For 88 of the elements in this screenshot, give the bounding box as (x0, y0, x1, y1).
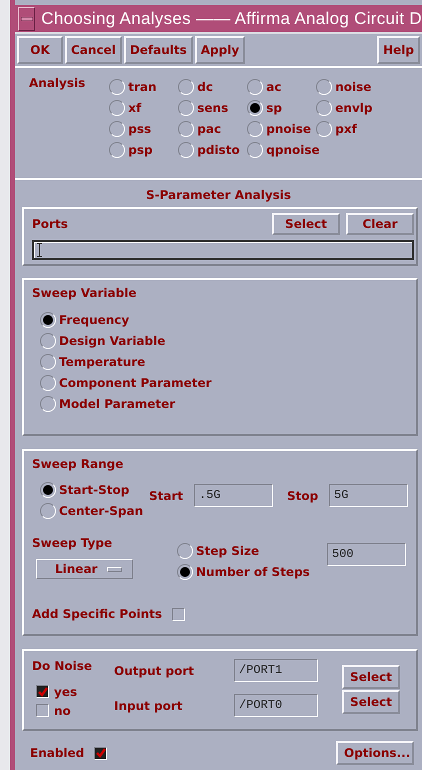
ports-label: Ports (32, 217, 69, 231)
add-specific-points-label: Add Specific Points (32, 607, 162, 621)
analysis-label: Analysis (29, 76, 86, 92)
radio-option[interactable]: Design Variable (40, 330, 408, 351)
radio-icon[interactable] (109, 100, 126, 116)
radio-icon[interactable] (40, 374, 56, 390)
enabled-label: Enabled (30, 746, 84, 760)
start-label: Start (149, 488, 184, 502)
checkbox[interactable] (172, 608, 186, 620)
start-field[interactable]: .5G (194, 484, 273, 507)
port-field[interactable]: /PORT0 (234, 694, 318, 717)
radio-option[interactable]: ac (247, 76, 316, 97)
radio-icon[interactable] (40, 332, 56, 348)
panel-title: Sweep Range (32, 457, 124, 471)
radio-option[interactable]: psp (109, 139, 178, 160)
options-button[interactable]: Options... (336, 741, 414, 765)
radio-option[interactable]: pxf (316, 118, 386, 139)
select-button[interactable]: Select (272, 213, 340, 235)
select-button[interactable]: Select (342, 690, 400, 714)
radio-icon[interactable] (178, 78, 194, 94)
radio-option[interactable]: pac (178, 118, 248, 139)
radio-option[interactable]: Start-Stop (40, 479, 149, 500)
sweep-type-dropdown[interactable]: Linear (36, 559, 133, 579)
steps-field[interactable]: 500 (327, 543, 406, 566)
checkbox-label: no (54, 704, 71, 718)
window-title: Choosing Analyses —— Affirma Analog Circuit D (41, 8, 422, 28)
radio-icon[interactable] (247, 78, 264, 94)
radio-icon[interactable] (247, 100, 264, 116)
radio-icon[interactable] (178, 100, 194, 116)
radio-option[interactable]: Component Parameter (40, 372, 408, 393)
help-button[interactable]: Help (377, 36, 420, 64)
toolbar-button[interactable]: Cancel (65, 36, 122, 64)
radio-icon[interactable] (316, 78, 332, 94)
select-button[interactable]: Select (342, 664, 400, 688)
radio-icon[interactable] (40, 396, 56, 412)
radio-option[interactable]: pnoise (247, 118, 316, 139)
radio-icon[interactable] (40, 354, 56, 370)
radio-option[interactable]: Model Parameter (40, 393, 408, 414)
radio-icon[interactable] (316, 100, 332, 116)
radio-option[interactable]: sp (247, 97, 316, 118)
radio-icon[interactable] (109, 78, 126, 94)
radio-option[interactable]: pss (109, 118, 178, 139)
do-noise-label: Do Noise (32, 659, 92, 673)
checkbox-label: yes (54, 684, 78, 698)
radio-icon[interactable] (178, 120, 194, 136)
port-label: Output port (114, 664, 196, 678)
window-menu-button[interactable] (18, 6, 36, 30)
radio-icon[interactable] (247, 142, 264, 158)
radio-icon[interactable] (40, 312, 56, 328)
radio-icon[interactable] (177, 542, 193, 558)
checkbox[interactable] (36, 704, 49, 717)
dash-icon (20, 16, 33, 20)
radio-icon[interactable] (247, 120, 264, 136)
checkbox[interactable] (94, 746, 108, 760)
radio-icon[interactable] (316, 120, 332, 136)
radio-option[interactable]: tran (109, 76, 178, 97)
port-label: Input port (114, 698, 184, 712)
radio-icon[interactable] (178, 142, 194, 158)
panel-title: Sweep Variable (32, 286, 138, 300)
toolbar-button[interactable]: Apply (194, 36, 246, 64)
radio-icon[interactable] (40, 502, 56, 518)
radio-option[interactable]: Center-Span (40, 500, 149, 521)
radio-option[interactable]: envlp (316, 97, 386, 118)
stop-field[interactable]: 5G (329, 484, 408, 507)
radio-option[interactable]: noise (316, 76, 386, 97)
radio-option[interactable]: xf (109, 97, 178, 118)
toolbar-button[interactable]: OK (17, 36, 63, 64)
sweep-type-label: Sweep Type (32, 536, 112, 550)
section-title: S-Parameter Analysis (146, 188, 292, 202)
clear-button[interactable]: Clear (346, 213, 414, 235)
radio-option[interactable]: Number of Steps (177, 561, 327, 582)
radio-option[interactable]: Temperature (40, 351, 408, 372)
radio-option[interactable]: Frequency (40, 309, 408, 330)
stop-label: Stop (286, 488, 320, 502)
radio-option[interactable]: sens (178, 97, 248, 118)
checkbox[interactable] (36, 685, 49, 698)
radio-option[interactable]: dc (178, 76, 248, 97)
radio-option[interactable]: Step Size (177, 540, 327, 561)
radio-icon[interactable] (40, 482, 56, 498)
radio-icon[interactable] (109, 142, 126, 158)
radio-option[interactable]: qpnoise (247, 139, 316, 160)
port-field[interactable]: /PORT1 (234, 659, 318, 682)
text-cursor-icon (37, 243, 42, 257)
toolbar-button[interactable]: Defaults (124, 36, 193, 64)
radio-option[interactable]: pdisto (178, 139, 248, 160)
ports-field[interactable] (32, 240, 414, 260)
radio-icon[interactable] (177, 564, 193, 580)
radio-icon[interactable] (109, 120, 126, 136)
